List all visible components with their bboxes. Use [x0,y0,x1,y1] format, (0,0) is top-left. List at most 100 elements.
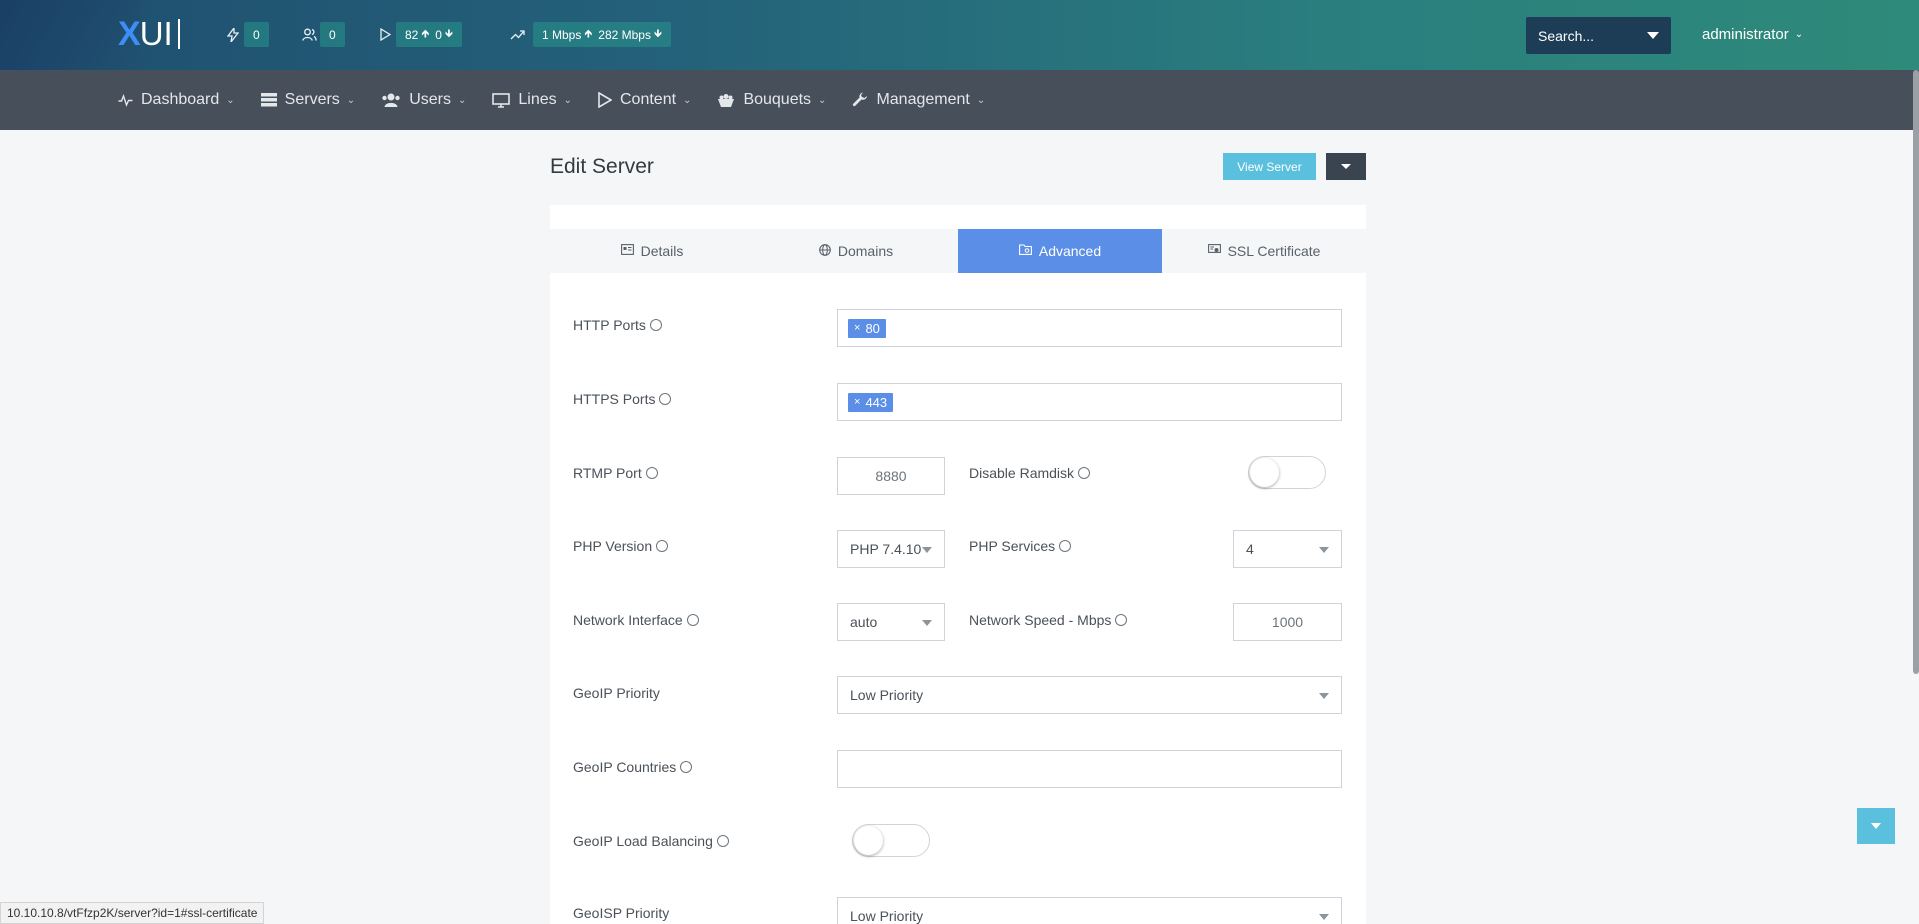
network-speed-input[interactable]: 1000 [1233,603,1342,641]
folder-icon [1018,244,1032,258]
bouquet-icon [717,93,735,108]
chevron-down-icon [1319,547,1329,553]
remove-tag-icon[interactable]: × [854,322,860,334]
php-version-value: PHP 7.4.10 [850,541,922,557]
port-tag-value: 80 [865,320,880,336]
nav-dashboard[interactable]: Dashboard ⌄ [118,70,235,130]
tab-advanced-label: Advanced [1038,243,1102,259]
stat-streams[interactable]: 82 🡹 0 🡻 [374,22,462,47]
help-circle-icon[interactable] [716,835,729,847]
help-circle-icon[interactable] [659,393,672,405]
nav-servers-label: Servers [284,91,340,108]
php-services-select[interactable]: 4 [1233,530,1342,568]
users-icon [298,22,320,47]
arrow-down-icon: 🡻 [653,28,662,40]
geoip-priority-select[interactable]: Low Priority [837,676,1342,714]
geoip-load-balancing-toggle[interactable] [852,824,930,857]
chevron-down-icon [922,547,932,553]
chevron-down-icon: ⌄ [563,94,572,106]
nav-dashboard-label: Dashboard [141,91,220,108]
php-services-value: 4 [1246,541,1254,557]
stat-connections[interactable]: 0 [222,22,269,47]
remove-tag-icon[interactable]: × [854,396,860,408]
stat-streams-value: 82 🡹 0 🡻 [396,22,462,47]
php-version-select[interactable]: PHP 7.4.10 [837,530,945,568]
caret-down-icon [1341,164,1351,169]
geoisp-priority-select[interactable]: Low Priority [837,897,1342,924]
help-circle-icon[interactable] [649,319,662,331]
help-circle-icon[interactable] [1115,614,1128,626]
options-dropdown-button[interactable] [1326,153,1366,180]
network-interface-label: Network Interface [573,612,699,628]
https-ports-label-text: HTTPS Ports [573,391,656,407]
network-interface-value: auto [850,614,878,630]
search-input[interactable]: Search... [1526,17,1671,54]
nav-management-label: Management [876,91,970,108]
stat-users-value: 0 [320,22,345,47]
nav-management[interactable]: Management ⌄ [852,70,985,130]
arrow-down-icon: 🡻 [444,28,453,40]
scroll-down-button[interactable] [1857,808,1895,844]
play-icon [374,22,396,47]
edit-server-card: Details Domains Advanced SSL Certificate… [550,205,1366,924]
geoip-priority-label: GeoIP Priority [573,685,660,701]
stat-streams-down: 0 [435,27,442,42]
rtmp-port-label-text: RTMP Port [573,465,642,481]
help-circle-icon[interactable] [686,614,699,626]
user-menu[interactable]: administrator ⌄ [1702,26,1803,43]
help-circle-icon[interactable] [645,467,658,479]
tab-ssl-certificate[interactable]: SSL Certificate [1162,229,1366,273]
http-ports-input[interactable]: × 80 [837,309,1342,347]
page-scrollbar[interactable] [1913,70,1919,674]
tab-details-label: Details [640,243,684,259]
nav-users[interactable]: Users ⌄ [381,70,466,130]
stat-bandwidth[interactable]: 1 Mbps 🡹 282 Mbps 🡻 [506,22,671,47]
geoip-load-balancing-label: GeoIP Load Balancing [573,833,729,849]
view-server-button[interactable]: View Server [1223,153,1316,180]
network-speed-label: Network Speed - Mbps [969,612,1128,628]
stat-connections-value: 0 [244,22,269,47]
server-icon [260,93,277,107]
geoip-countries-input[interactable] [837,750,1342,788]
stat-users[interactable]: 0 [298,22,345,47]
nav-bouquets-label: Bouquets [743,91,812,108]
chevron-down-icon [1319,914,1329,920]
geoisp-priority-value: Low Priority [850,908,924,924]
caret-down-icon [1871,823,1881,829]
geoisp-priority-label-text: GeoISP Priority [573,905,670,921]
rtmp-port-label: RTMP Port [573,465,658,481]
tab-advanced[interactable]: Advanced [958,229,1162,273]
logo-ui: UI [139,15,173,52]
port-tag[interactable]: × 443 [848,392,894,412]
geoisp-priority-label: GeoISP Priority [573,905,669,921]
nav-lines-label: Lines [518,91,557,108]
play-icon [598,92,612,108]
disable-ramdisk-toggle[interactable] [1248,456,1326,489]
top-bar: X UI 0 0 82 🡹 0 🡻 1 Mbps 🡹 282 Mbps 🡻 Se… [0,0,1919,70]
chevron-down-icon: ⌄ [683,94,692,106]
help-circle-icon[interactable] [656,540,669,552]
rtmp-port-input[interactable]: 8880 [837,457,945,495]
user-name: administrator [1702,26,1789,43]
geoip-load-balancing-label-text: GeoIP Load Balancing [573,833,713,849]
network-interface-label-text: Network Interface [573,612,683,628]
help-circle-icon[interactable] [1059,540,1072,552]
help-circle-icon[interactable] [1078,467,1091,479]
search-dropdown-icon[interactable] [1647,32,1659,39]
nav-servers[interactable]: Servers ⌄ [260,70,355,130]
tab-details[interactable]: Details [550,229,754,273]
chevron-down-icon: ⌄ [976,94,986,106]
nav-lines[interactable]: Lines ⌄ [492,70,572,130]
xui-logo[interactable]: X UI [118,15,180,53]
network-interface-select[interactable]: auto [837,603,945,641]
https-ports-input[interactable]: × 443 [837,383,1342,421]
help-circle-icon[interactable] [680,761,693,773]
stat-bandwidth-value: 1 Mbps 🡹 282 Mbps 🡻 [533,22,671,47]
nav-bouquets[interactable]: Bouquets ⌄ [717,70,826,130]
php-services-label: PHP Services [969,538,1072,554]
tab-domains[interactable]: Domains [754,229,958,273]
geoip-countries-label: GeoIP Countries [573,759,693,775]
nav-content[interactable]: Content ⌄ [598,70,691,130]
certificate-icon [1207,244,1221,258]
port-tag[interactable]: × 80 [848,318,886,338]
